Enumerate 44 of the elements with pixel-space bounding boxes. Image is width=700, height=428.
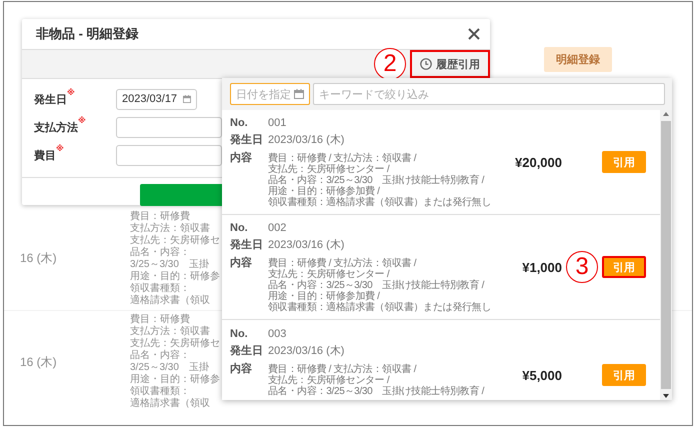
record-date: 2023/03/16 (木) <box>268 238 346 252</box>
record-number: 002 <box>268 222 288 234</box>
calendar-icon <box>294 89 304 99</box>
callout-number: 2 <box>374 48 406 80</box>
record-number: 003 <box>268 328 288 340</box>
content-label: 内容 <box>230 362 253 376</box>
keyword-search-field[interactable]: キーワードで絞り込み <box>313 83 665 105</box>
record-details: 費目：研修費 / 支払方法：領収書 / 支払先：矢房研修センター / 品名・内容：3/25～3/30 玉掛け技能士特別教育 / 用途・目的：研修参加費 / 領収書種類：適格請求書（領収書）または発行無し <box>268 152 492 208</box>
dialog-title: 非物品 - 明細登録 <box>36 25 139 43</box>
date-filter-field[interactable]: 日付を指定 <box>230 83 310 105</box>
row-date: 16 (木) <box>20 250 58 267</box>
register-button[interactable]: 明細登録 <box>544 47 612 72</box>
date-field[interactable]: 2023/03/17 <box>116 88 197 110</box>
row-details: 費目：研修費 支払方法：領収書 支払先：矢房研修セ 品名・内容： 3/25～3/30 玉掛 用途・目的：研修参 領収書種類： 適格請求書（領収 <box>130 314 220 410</box>
close-icon[interactable] <box>468 28 480 40</box>
quote-button[interactable]: 引用 <box>602 364 646 386</box>
amount: ¥1,000 <box>522 260 562 274</box>
input-field[interactable] <box>116 144 222 166</box>
quote-button[interactable]: 引用 <box>602 151 646 173</box>
amount: ¥20,000 <box>515 154 562 170</box>
row-details: 費目：研修費 支払方法：領収書 支払先：矢房研修セ 品名・内容： 3/25～3/30 玉掛 用途・目的：研修参 領収書種類： 適格請求書（領収 <box>130 210 220 306</box>
date-label: 発生日 <box>230 238 264 252</box>
record-date: 2023/03/16 (木) <box>268 132 346 146</box>
date-label: 発生日 <box>230 344 264 358</box>
record-date: 2023/03/16 (木) <box>268 344 346 358</box>
quote-button[interactable]: 引用 <box>602 256 646 278</box>
input-field[interactable] <box>116 116 222 138</box>
date-label: 発生日 <box>230 132 264 146</box>
clock-icon <box>420 58 432 70</box>
calendar-icon <box>183 94 191 104</box>
scrollbar[interactable] <box>660 110 672 400</box>
callout-number: 3 <box>566 251 598 283</box>
record-number: 001 <box>268 116 288 128</box>
number-label: No. <box>230 222 249 234</box>
number-label: No. <box>230 328 249 340</box>
row-date: 16 (木) <box>20 354 58 370</box>
scroll-down-icon[interactable] <box>662 392 670 400</box>
record-details: 費目：研修費 / 支払方法：領収書 / 支払先：矢房研修センター / 品名・内容：3/25～3/30 玉掛け技能士特別教育 / 用途・目的：研修参加費 / 領収書種類：適格請求書（領収書）または発行無し <box>268 258 492 312</box>
history-button[interactable]: 履歴引用 <box>410 50 490 78</box>
amount: ¥5,000 <box>522 368 562 382</box>
content-label: 内容 <box>230 256 253 270</box>
number-label: No. <box>230 116 249 128</box>
record-details: 費目：研修費 / 支払方法：領収書 / 支払先：矢房研修センター / 品名・内容：3/25～3/30 玉掛け技能士特別教育 / <box>268 364 484 397</box>
content-label: 内容 <box>230 150 253 164</box>
